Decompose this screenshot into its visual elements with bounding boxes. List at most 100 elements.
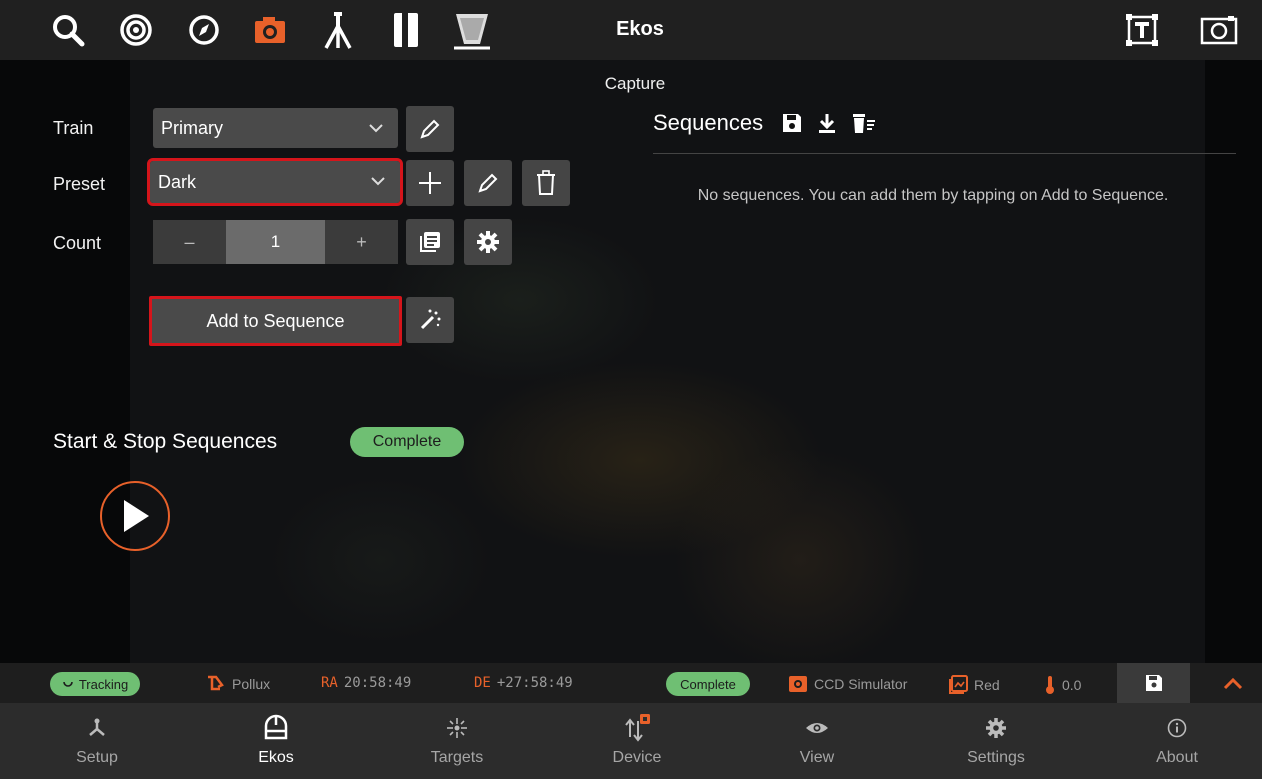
nav-targets[interactable]: Targets <box>367 703 547 779</box>
save-icon <box>1145 675 1162 691</box>
bottom-navigation: Setup Ekos Targets Device View Settings <box>0 703 1262 779</box>
ra-readout: RA 20:58:49 <box>321 675 411 691</box>
pencil-icon <box>420 119 440 139</box>
train-select[interactable]: Primary <box>153 108 398 148</box>
tracking-icon <box>63 681 73 687</box>
play-icon <box>124 500 149 532</box>
ra-value: 20:58:49 <box>343 675 412 691</box>
nav-device-label: Device <box>612 749 662 766</box>
save-icon[interactable] <box>781 112 803 134</box>
image-frame-icon[interactable] <box>1199 10 1239 50</box>
de-readout: DE +27:58:49 <box>474 675 573 691</box>
nav-ekos-label: Ekos <box>258 749 294 766</box>
thermometer-icon <box>1046 676 1054 694</box>
magic-wand-icon <box>420 309 441 330</box>
app-title: Ekos <box>616 18 664 40</box>
expand-statusbar-button[interactable] <box>1218 672 1248 694</box>
background-shade-left <box>0 60 130 664</box>
delete-preset-button[interactable] <box>522 160 570 206</box>
add-to-sequence-button[interactable]: Add to Sequence <box>149 296 402 346</box>
list-icon <box>420 232 440 252</box>
nav-settings-label: Settings <box>967 749 1025 766</box>
tracking-label: Tracking <box>78 676 129 692</box>
targets-icon <box>445 715 469 741</box>
nav-device[interactable]: Device <box>547 703 727 779</box>
text-frame-icon[interactable] <box>1122 10 1162 50</box>
nav-ekos[interactable]: Ekos <box>186 703 366 779</box>
preset-value: Dark <box>158 171 197 192</box>
edit-preset-button[interactable] <box>464 160 512 206</box>
about-icon <box>1167 715 1187 741</box>
count-increment-button[interactable]: + <box>325 220 398 264</box>
pencil-icon <box>478 173 498 193</box>
clear-queue-icon[interactable] <box>851 112 877 134</box>
train-label: Train <box>53 118 94 138</box>
capture-status-badge: Complete <box>350 427 464 457</box>
de-label: DE <box>474 675 491 691</box>
de-value: +27:58:49 <box>496 675 573 691</box>
nav-about[interactable]: About <box>1087 703 1262 779</box>
count-decrement-button[interactable]: – <box>153 220 226 264</box>
empty-sequences-message: No sequences. You can add them by tappin… <box>697 187 1169 204</box>
search-icon[interactable] <box>48 10 88 50</box>
plus-icon <box>419 172 441 194</box>
nav-about-label: About <box>1156 749 1198 766</box>
chevron-up-icon <box>1223 677 1243 690</box>
nav-targets-label: Targets <box>430 749 484 766</box>
nav-view-label: View <box>799 749 835 766</box>
preset-label: Preset <box>53 174 106 194</box>
focuser-icon[interactable] <box>452 10 492 50</box>
chevron-down-icon <box>371 177 385 186</box>
temperature-status[interactable]: 0.0 <box>1044 675 1081 695</box>
setup-icon <box>86 715 108 741</box>
download-icon[interactable] <box>817 112 837 134</box>
tracking-badge[interactable]: Tracking <box>50 672 140 696</box>
temperature-value: 0.0 <box>1062 677 1082 693</box>
start-sequence-button[interactable] <box>100 481 170 551</box>
target-name: Pollux <box>232 676 271 692</box>
count-label: Count <box>53 233 102 253</box>
nav-settings[interactable]: Settings <box>906 703 1086 779</box>
camera-name: CCD Simulator <box>814 676 908 692</box>
statusbar-save-button[interactable] <box>1117 663 1190 703</box>
count-value[interactable]: 1 <box>226 220 325 264</box>
add-preset-button[interactable] <box>406 160 454 206</box>
camera-icon[interactable] <box>250 10 290 50</box>
nav-setup[interactable]: Setup <box>7 703 187 779</box>
compass-icon[interactable] <box>184 10 224 50</box>
target-icon[interactable] <box>116 10 156 50</box>
capture-settings-button[interactable] <box>464 219 512 265</box>
top-toolbar: Ekos <box>0 0 1262 60</box>
count-stepper: – 1 + <box>153 220 398 264</box>
telescope-icon <box>208 675 224 691</box>
sequences-divider <box>653 153 1236 154</box>
capture-complete-badge[interactable]: Complete <box>666 672 750 696</box>
nav-view[interactable]: View <box>727 703 907 779</box>
background-shade-right <box>1205 60 1262 664</box>
ekos-icon <box>262 714 290 741</box>
device-icon <box>623 714 651 742</box>
ra-label: RA <box>321 675 338 691</box>
chevron-down-icon <box>369 124 383 133</box>
auto-sequence-button[interactable] <box>406 297 454 343</box>
sequence-list-button[interactable] <box>406 219 454 265</box>
settings-icon <box>985 715 1007 741</box>
train-value: Primary <box>161 117 223 138</box>
trash-icon <box>537 170 555 195</box>
preset-select[interactable]: Dark <box>147 158 403 206</box>
status-bar: Tracking Pollux RA 20:58:49 DE +27:58:49… <box>0 663 1262 703</box>
nav-setup-label: Setup <box>76 749 118 766</box>
sequences-toolbar <box>781 112 877 134</box>
camera-icon <box>789 676 807 692</box>
filter-name: Red <box>974 677 1000 693</box>
camera-status[interactable]: CCD Simulator <box>788 675 907 693</box>
start-stop-title: Start & Stop Sequences <box>53 430 278 453</box>
tripod-icon[interactable] <box>318 10 358 50</box>
filter-wheel-icon[interactable] <box>386 10 426 50</box>
edit-train-button[interactable] <box>406 106 454 152</box>
filter-icon <box>949 675 968 694</box>
filter-status[interactable]: Red <box>948 675 1000 695</box>
gear-icon <box>477 231 499 253</box>
sequences-title: Sequences <box>653 110 764 135</box>
target-status[interactable]: Pollux <box>206 675 270 693</box>
